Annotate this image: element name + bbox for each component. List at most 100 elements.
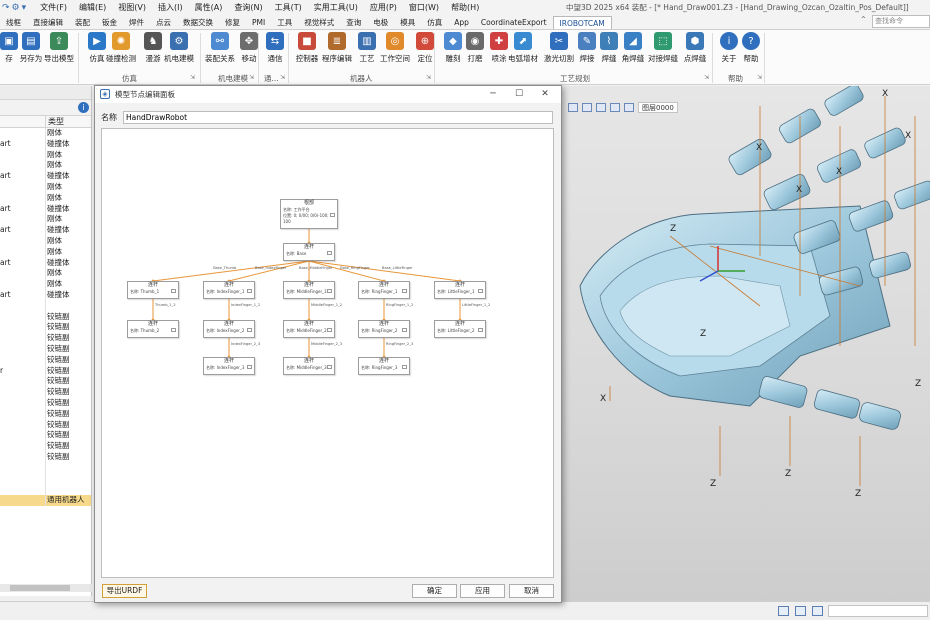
workspace-button[interactable]: ◎ 工作空间 bbox=[380, 32, 410, 64]
menu-item[interactable]: 文件(F) bbox=[34, 2, 73, 13]
ribbon-tab[interactable]: 视觉样式 bbox=[298, 16, 340, 29]
menu-item[interactable]: 属性(A) bbox=[189, 2, 229, 13]
tree-row[interactable]: art 碰撞体 bbox=[0, 203, 91, 215]
link-node[interactable]: 连杆 名称: MiddleFinger_2 bbox=[283, 320, 335, 338]
3d-viewport[interactable]: X X X X X X Z Z Z Z Z Z bbox=[560, 86, 930, 601]
arc-additive-button[interactable]: ⬈ 电弧增材 bbox=[508, 32, 538, 64]
communication-button[interactable]: ⇆ 通信 bbox=[260, 32, 290, 64]
tree-row[interactable]: 刚体 bbox=[0, 246, 91, 258]
maximize-icon[interactable]: ☐ bbox=[511, 87, 527, 101]
tree-row[interactable]: 刚体 bbox=[0, 279, 91, 290]
layer-selector[interactable]: 图层0000 bbox=[638, 101, 678, 113]
ribbon-tab[interactable]: 工具 bbox=[271, 16, 298, 29]
name-input[interactable] bbox=[123, 110, 553, 124]
node-checkbox[interactable] bbox=[402, 365, 407, 369]
tree-row[interactable]: 铰链副 bbox=[0, 343, 91, 355]
tree-row[interactable]: 铰链副 bbox=[0, 311, 91, 323]
menu-item[interactable]: 帮助(H) bbox=[445, 2, 485, 13]
group-launcher-icon[interactable]: ⇲ bbox=[280, 74, 285, 81]
tree-row[interactable]: 刚体 bbox=[0, 192, 91, 204]
tree-row[interactable]: 铰链副 bbox=[0, 354, 91, 366]
menu-item[interactable]: 编辑(E) bbox=[73, 2, 112, 13]
tree-row[interactable]: 铰链副 bbox=[0, 441, 91, 452]
ribbon-tab[interactable]: 钣金 bbox=[96, 16, 123, 29]
tree-row[interactable]: 刚体 bbox=[0, 128, 91, 139]
settings-icon[interactable]: ⚙ bbox=[12, 3, 20, 13]
ribbon-tab[interactable]: App bbox=[448, 16, 475, 29]
minimize-icon[interactable]: ─ bbox=[485, 87, 501, 101]
link-node[interactable]: 连杆 名称: Thumb_1 bbox=[127, 281, 179, 299]
display-style-icon[interactable] bbox=[596, 102, 606, 112]
ribbon-tab[interactable]: CoordinateExport bbox=[475, 16, 553, 29]
info-icon[interactable]: i bbox=[78, 102, 89, 113]
scroll-thumb[interactable] bbox=[10, 585, 70, 591]
tree-row[interactable]: 铰链副 bbox=[0, 333, 91, 344]
link-node[interactable]: 连杆 名称: LittleFinger_2 bbox=[434, 320, 486, 338]
ribbon-tab[interactable]: 查询 bbox=[340, 16, 367, 29]
tree-row[interactable]: 铰链副 bbox=[0, 451, 91, 463]
assembly-relation-button[interactable]: ⚯ 装配关系 bbox=[205, 32, 235, 64]
view-mode-icon[interactable] bbox=[778, 606, 789, 616]
node-checkbox[interactable] bbox=[247, 328, 252, 332]
close-icon[interactable]: ✕ bbox=[537, 87, 553, 101]
locate-button[interactable]: ⊕ 定位 bbox=[410, 32, 440, 64]
butt-weld-button[interactable]: ⬚ 对接焊缝 bbox=[648, 32, 678, 64]
tree-row[interactable]: art 碰撞体 bbox=[0, 289, 91, 301]
tree-row[interactable]: 铰链副 bbox=[0, 408, 91, 420]
ribbon-tab[interactable]: 装配 bbox=[69, 16, 96, 29]
link-node[interactable]: 连杆 名称: IndexFinger_2 bbox=[203, 320, 255, 338]
ribbon-tab[interactable]: 线框 bbox=[0, 16, 27, 29]
process-button[interactable]: ▥ 工艺 bbox=[352, 32, 382, 64]
help-button[interactable]: ? 帮助 bbox=[736, 32, 766, 64]
tree-row[interactable]: 刚体 bbox=[0, 268, 91, 280]
node-checkbox[interactable] bbox=[327, 328, 332, 332]
tree-row[interactable] bbox=[0, 462, 91, 474]
group-launcher-icon[interactable]: ⇲ bbox=[249, 74, 254, 81]
redo-icon[interactable]: ↷ bbox=[2, 3, 10, 13]
node-checkbox[interactable] bbox=[327, 365, 332, 369]
program-edit-button[interactable]: ≣ 程序编辑 bbox=[322, 32, 352, 64]
tree-row[interactable]: 刚体 bbox=[0, 214, 91, 226]
color-icon[interactable] bbox=[610, 102, 620, 112]
ribbon-tab[interactable]: 数据交换 bbox=[177, 16, 219, 29]
apply-button[interactable]: 应用 bbox=[460, 584, 505, 598]
dialog-title-bar[interactable]: ◈ 模型节点编辑面板 ─ ☐ ✕ bbox=[95, 86, 561, 103]
tree-row[interactable] bbox=[0, 484, 91, 496]
collapse-ribbon-icon[interactable]: ⌃ bbox=[860, 15, 867, 24]
export-model-button[interactable]: ⇪ 导出模型 bbox=[44, 32, 74, 64]
group-launcher-icon[interactable]: ⇲ bbox=[757, 74, 762, 81]
ribbon-tab[interactable]: 焊件 bbox=[123, 16, 150, 29]
group-launcher-icon[interactable]: ⇲ bbox=[426, 74, 431, 81]
tree-row[interactable]: art 碰撞体 bbox=[0, 257, 91, 269]
mechatronic-button[interactable]: ⚙ 机电建模 bbox=[164, 32, 194, 64]
tree-row[interactable]: 铰链副 bbox=[0, 430, 91, 442]
export-urdf-button[interactable]: 导出URDF bbox=[102, 584, 147, 598]
root-node[interactable]: 根部 名称: 工作平台 位置: 0; 0/00; 0/0/-100; 100 bbox=[280, 199, 338, 229]
menu-item[interactable]: 窗口(W) bbox=[403, 2, 445, 13]
render-mode-icon[interactable] bbox=[582, 102, 592, 112]
node-checkbox[interactable] bbox=[327, 251, 332, 255]
menu-item[interactable]: 视图(V) bbox=[112, 2, 152, 13]
node-checkbox[interactable] bbox=[327, 289, 332, 293]
link-node[interactable]: 连杆 名称: IndexFinger_3 bbox=[203, 357, 255, 375]
tree-row[interactable]: 刚体 bbox=[0, 160, 91, 172]
tree-row[interactable]: 刚体 bbox=[0, 235, 91, 247]
node-checkbox[interactable] bbox=[478, 289, 483, 293]
node-checkbox[interactable] bbox=[171, 289, 176, 293]
node-checkbox[interactable] bbox=[247, 289, 252, 293]
type-column-header[interactable]: 类型 bbox=[46, 116, 64, 127]
tree-row[interactable]: 铰链副 bbox=[0, 387, 91, 398]
tree-row[interactable]: 通用机器人 bbox=[0, 495, 91, 506]
ribbon-tab[interactable]: 模具 bbox=[394, 16, 421, 29]
robot-hand-model[interactable]: X X X X X X Z Z Z Z Z Z bbox=[560, 86, 930, 601]
tree-row[interactable] bbox=[0, 300, 91, 312]
link-node[interactable]: 连杆 名称: Thumb_2 bbox=[127, 320, 179, 338]
ribbon-tab[interactable]: 修复 bbox=[219, 16, 246, 29]
menu-item[interactable]: 工具(T) bbox=[269, 2, 308, 13]
tree-row[interactable]: 铰链副 bbox=[0, 322, 91, 334]
node-checkbox[interactable] bbox=[330, 213, 335, 217]
command-search-input[interactable]: 查找命令 bbox=[872, 15, 930, 28]
ok-button[interactable]: 确定 bbox=[412, 584, 457, 598]
filter-icon[interactable] bbox=[624, 102, 634, 112]
tree-row[interactable]: art 碰撞体 bbox=[0, 225, 91, 236]
